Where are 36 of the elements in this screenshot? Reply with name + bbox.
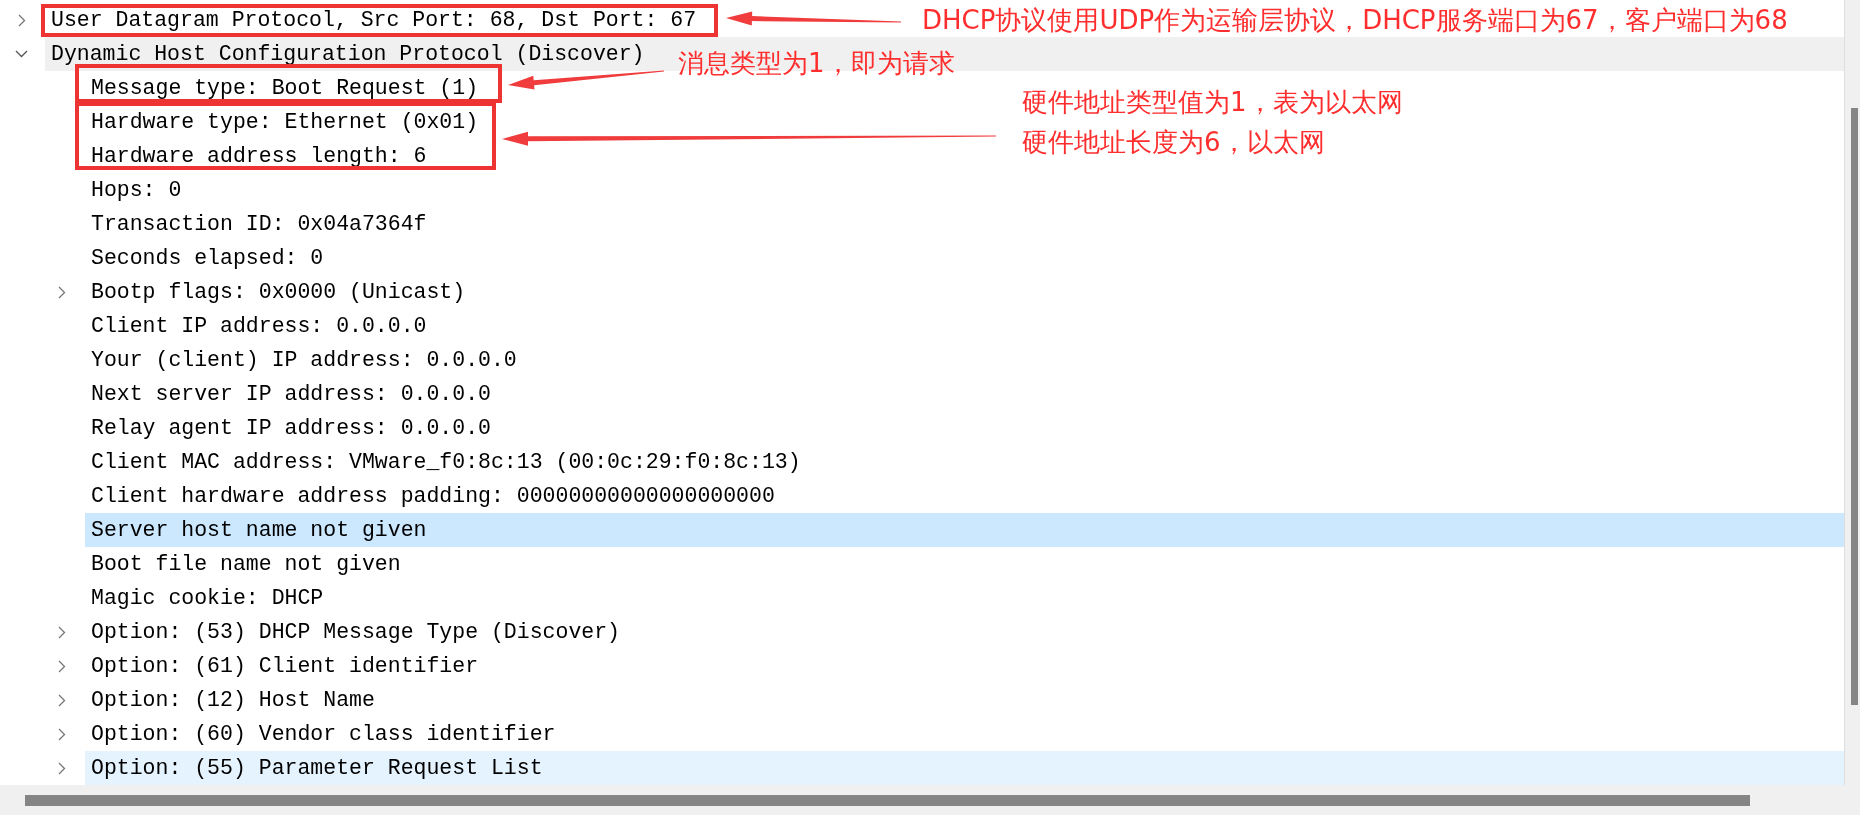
annotation-text: 硬件地址类型值为1，表为以太网 [1022,86,1403,119]
tree-item[interactable]: Client hardware address padding: 00000000000000000000 [91,484,775,508]
tree-item[interactable]: Hardware address length: 6 [91,144,427,168]
tree-item[interactable]: User Datagram Protocol, Src Port: 68, Dst Port: 67 [51,8,697,32]
tree-item[interactable]: Option: (60) Vendor class identifier [91,722,556,746]
tree-item[interactable]: Client IP address: 0.0.0.0 [91,314,427,338]
tree-item[interactable]: Server host name not given [91,518,427,542]
tree-item[interactable]: Message type: Boot Request (1) [91,76,479,100]
annotation-text: DHCP协议使用UDP作为运输层协议，DHCP服务端口为67，客户端口为68 [922,4,1788,37]
tree-item[interactable]: Your (client) IP address: 0.0.0.0 [91,348,517,372]
tree-item[interactable]: Relay agent IP address: 0.0.0.0 [91,416,491,440]
chevron-right-icon[interactable] [17,13,26,27]
tree-item[interactable]: Boot file name not given [91,552,401,576]
vertical-scrollbar-thumb[interactable] [1851,108,1858,705]
chevron-right-icon[interactable] [57,659,66,673]
tree-item[interactable]: Option: (61) Client identifier [91,654,479,678]
tree-item[interactable]: Seconds elapsed: 0 [91,246,324,270]
chevron-right-icon[interactable] [57,625,66,639]
tree-item[interactable]: Next server IP address: 0.0.0.0 [91,382,491,406]
annotation-text: 硬件地址长度为6，以太网 [1022,126,1326,159]
chevron-down-icon[interactable] [15,50,28,58]
tree-item[interactable]: Client MAC address: VMware_f0:8c:13 (00:0c:29:f0:8c:13) [91,450,801,474]
tree-item[interactable]: Bootp flags: 0x0000 (Unicast) [91,280,466,304]
tree-item[interactable]: Option: (12) Host Name [91,688,375,712]
chevron-right-icon[interactable] [57,693,66,707]
tree-item[interactable]: Option: (53) DHCP Message Type (Discover) [91,620,620,644]
tree-item[interactable]: Option: (55) Parameter Request List [91,756,543,780]
chevron-right-icon[interactable] [57,761,66,775]
tree-item[interactable]: Hardware type: Ethernet (0x01) [91,110,479,134]
chevron-right-icon[interactable] [57,285,66,299]
annotation-text: 消息类型为1，即为请求 [678,47,955,80]
horizontal-scrollbar-thumb[interactable] [25,794,1750,806]
tree-item[interactable]: Magic cookie: DHCP [91,586,324,610]
tree-item[interactable]: Hops: 0 [91,178,182,202]
tree-item[interactable]: Transaction ID: 0x04a7364f [91,212,427,236]
chevron-right-icon[interactable] [57,727,66,741]
